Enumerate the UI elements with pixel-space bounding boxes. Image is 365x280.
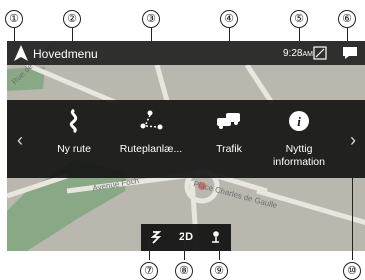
callout-5: ⑤ [290, 10, 308, 28]
page-title: Hovedmenu [33, 47, 98, 61]
leader-line [352, 150, 353, 260]
view-mode-button[interactable]: 2D [171, 224, 201, 251]
callout-2: ② [63, 10, 81, 28]
traffic-icon [217, 113, 240, 129]
menu-item-traffic[interactable]: Trafik [192, 100, 266, 178]
title-bar: Hovedmenu 9:28AM [7, 41, 365, 65]
menu-item-label: Nyttig information [273, 143, 325, 168]
zoom-direction-button[interactable] [141, 224, 171, 251]
callout-4: ④ [220, 10, 238, 28]
route-icon [69, 108, 78, 134]
menu-item-label: Ruteplanlæ... [119, 143, 183, 155]
menu-item-label: Trafik [216, 143, 242, 155]
navigation-arrow-icon[interactable] [14, 45, 28, 61]
main-menu-panel: ‹ Ny rute Ruteplanlæ... Trafik i Nyttig … [7, 100, 365, 178]
leader-line [149, 230, 150, 260]
callout-8: ⑧ [175, 262, 193, 280]
gps-signal-icon [313, 46, 327, 60]
callout-6: ⑥ [338, 10, 356, 28]
menu-item-useful-info[interactable]: i Nyttig information [262, 100, 336, 178]
chevron-right-icon[interactable]: › [350, 130, 356, 151]
message-icon[interactable] [341, 46, 359, 60]
clock: 9:28AM [283, 48, 313, 59]
callout-7: ⑦ [140, 262, 158, 280]
chevron-left-icon[interactable]: ‹ [17, 130, 23, 151]
callout-3: ③ [142, 10, 160, 28]
view-mode-label: 2D [178, 231, 194, 243]
menu-item-label: Ny rute [57, 143, 91, 155]
leader-line [184, 230, 185, 260]
zoom-direction-icon [151, 231, 161, 244]
callout-9: ⑨ [210, 262, 228, 280]
route-planner-icon [140, 110, 163, 130]
navigation-screen: Rue de Presbourg Avenue Foch Place Charl… [7, 41, 365, 251]
menu-item-new-route[interactable]: Ny rute [37, 100, 111, 178]
info-icon: i [289, 111, 309, 131]
leader-line [219, 230, 220, 260]
view-control-bar: 2D [141, 224, 231, 251]
callout-1: ① [5, 10, 23, 28]
callout-10: ⑩ [343, 262, 361, 280]
svg-text:i: i [297, 114, 301, 129]
location-button[interactable] [201, 224, 231, 251]
menu-item-route-planner[interactable]: Ruteplanlæ... [114, 100, 188, 178]
